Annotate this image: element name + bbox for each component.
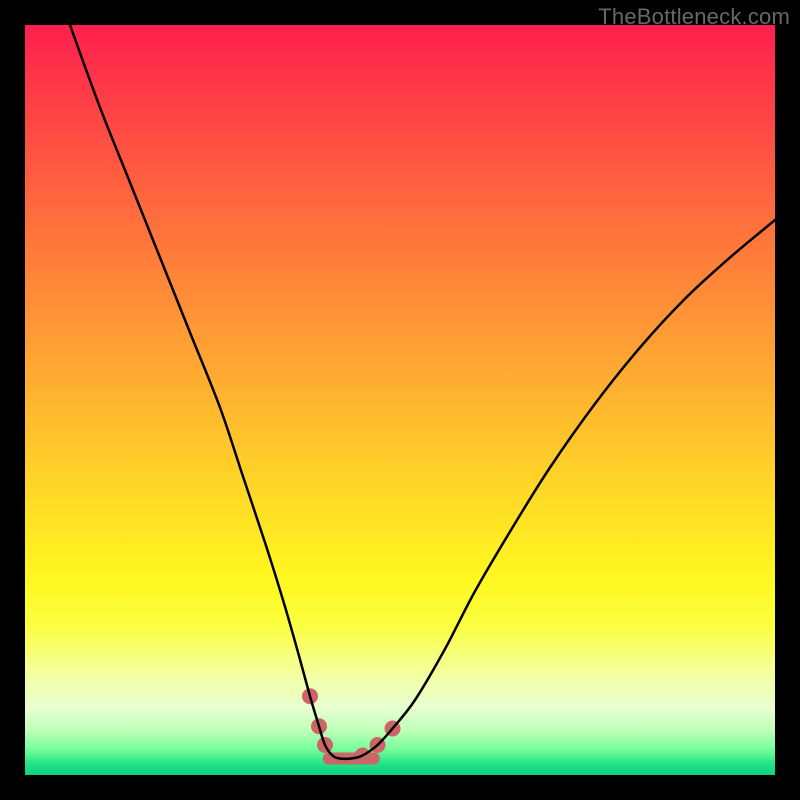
bottleneck-curve (70, 25, 775, 759)
watermark-text: TheBottleneck.com (598, 4, 790, 30)
chart-stage: TheBottleneck.com (0, 0, 800, 800)
highlight-dots (302, 688, 401, 763)
curve-layer (25, 25, 775, 775)
plot-area (25, 25, 775, 775)
